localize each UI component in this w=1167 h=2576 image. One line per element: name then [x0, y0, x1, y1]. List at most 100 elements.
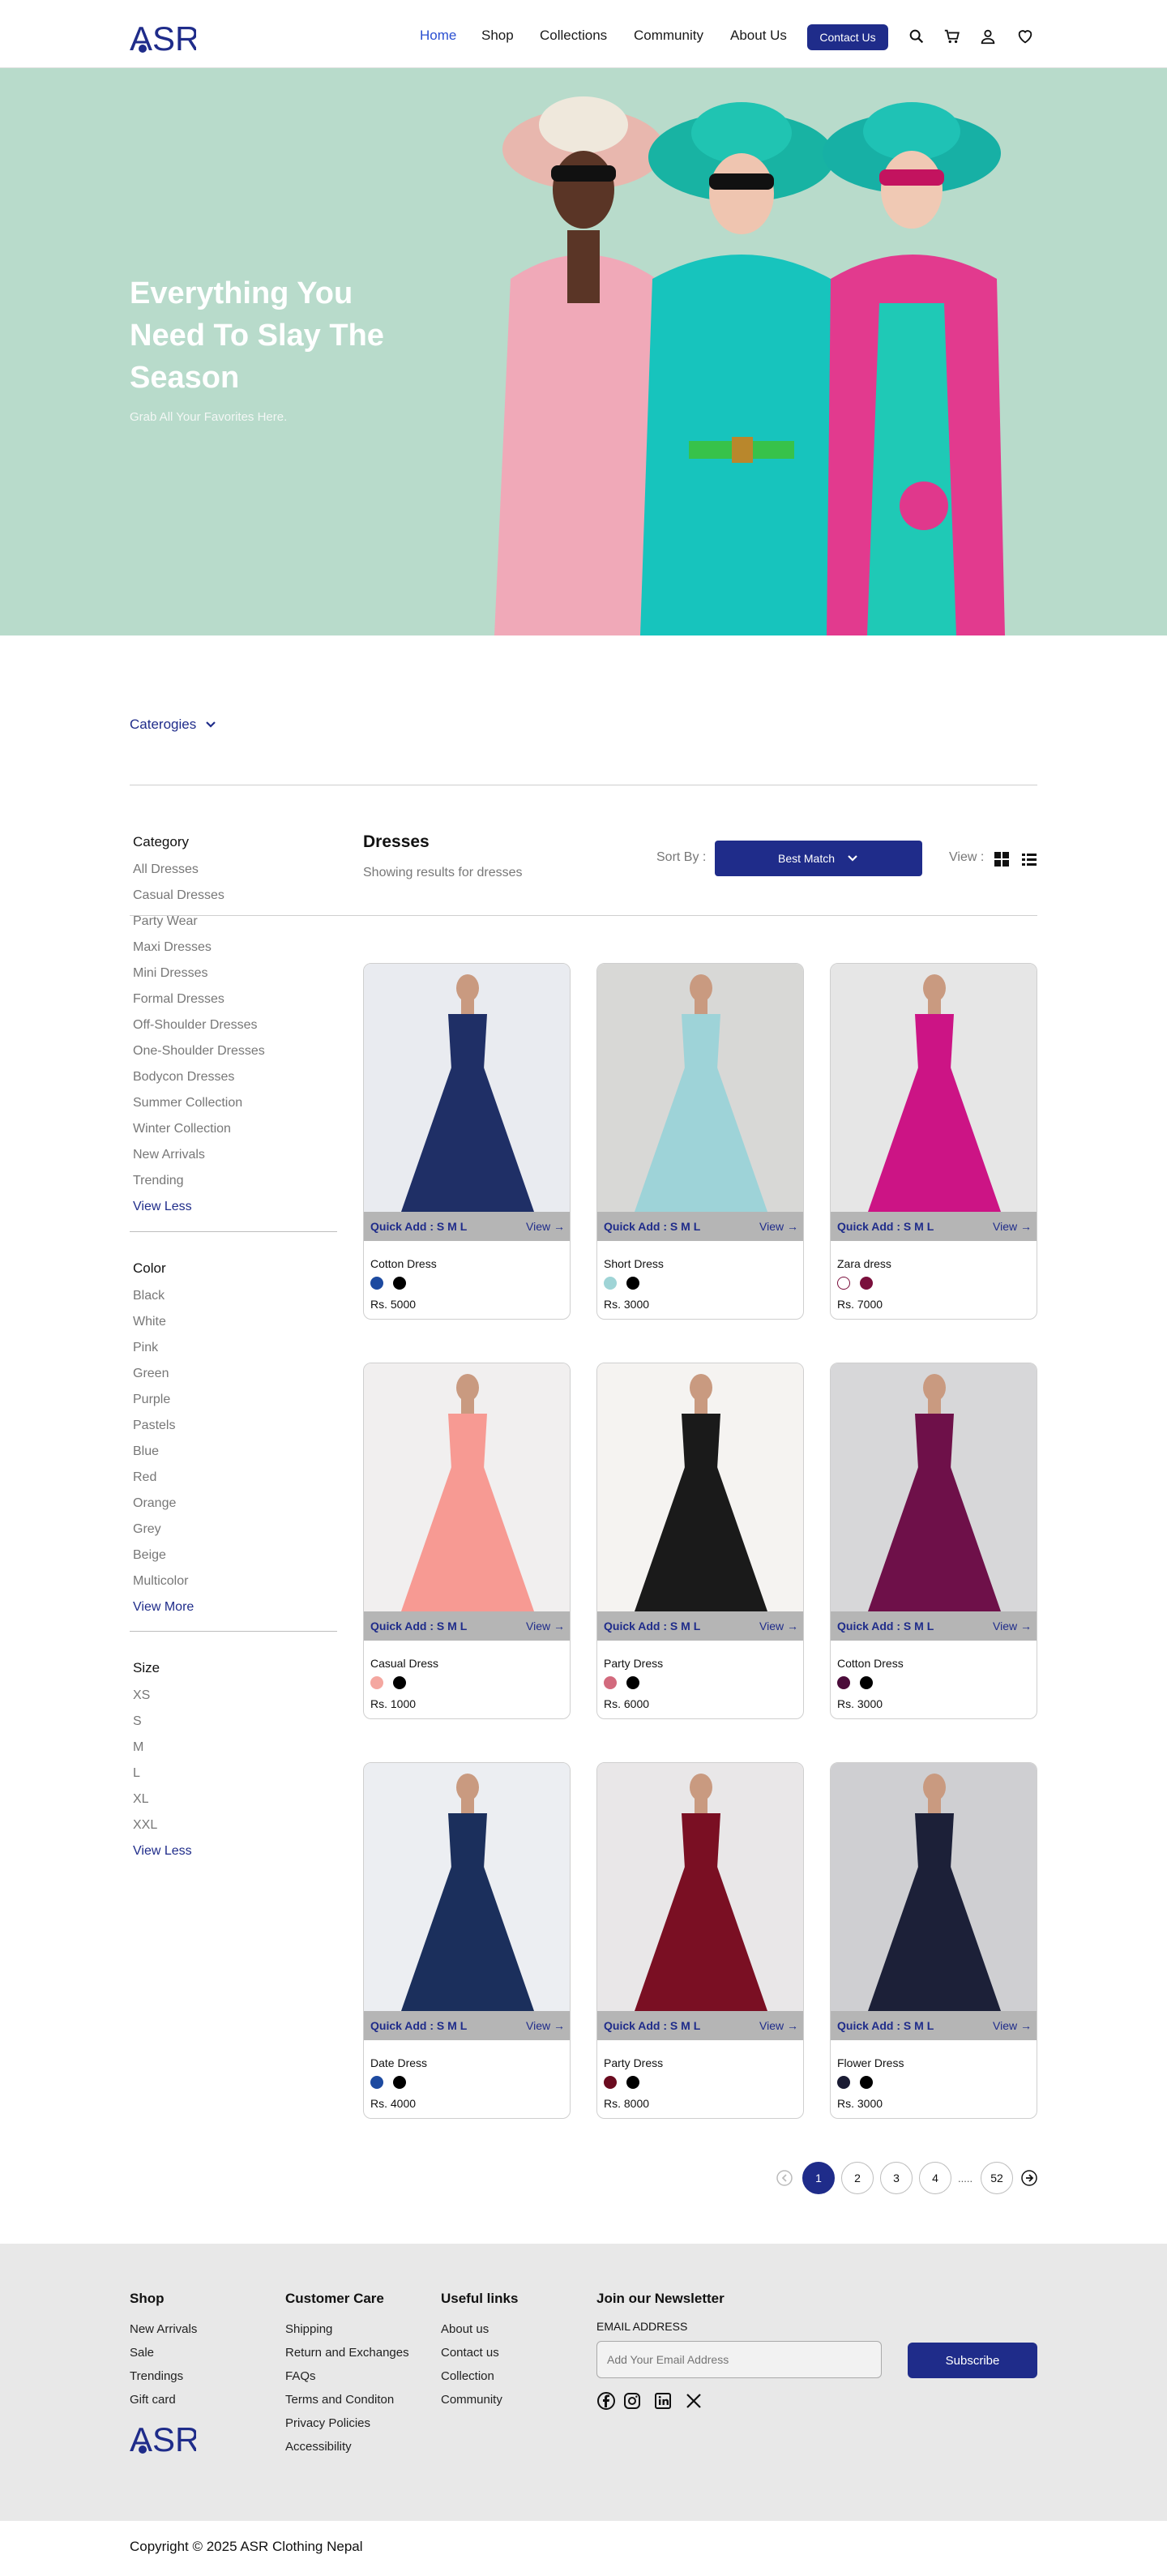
color-swatch[interactable]	[860, 2076, 873, 2089]
filter-option[interactable]: Pink	[133, 1340, 194, 1366]
footer-link[interactable]: Terms and Conditon	[285, 2392, 409, 2416]
filter-option[interactable]: Mini Dresses	[133, 965, 265, 991]
color-swatch[interactable]	[393, 2076, 406, 2089]
quick-add-sizes[interactable]: Quick Add : S M L	[604, 1620, 700, 1632]
product-card[interactable]: Quick Add : S M L View → Cotton Dress Rs. 3…	[830, 1363, 1037, 1719]
subscribe-button[interactable]: Subscribe	[908, 2343, 1037, 2378]
filter-option[interactable]: Summer Collection	[133, 1095, 265, 1121]
filter-option[interactable]: XXL	[133, 1817, 192, 1843]
product-image[interactable]	[597, 1363, 804, 1611]
filter-option[interactable]: New Arrivals	[133, 1147, 265, 1173]
footer-link[interactable]: Collection	[441, 2368, 518, 2392]
view-link[interactable]: View →	[993, 1220, 1032, 1233]
product-image[interactable]	[597, 1763, 804, 2011]
facebook-icon[interactable]	[596, 2391, 616, 2411]
filter-option[interactable]: XL	[133, 1791, 192, 1817]
filter-option[interactable]: Trending	[133, 1173, 265, 1199]
filter-option[interactable]: Green	[133, 1366, 194, 1392]
footer-link[interactable]: Return and Exchanges	[285, 2345, 409, 2368]
footer-link[interactable]: Accessibility	[285, 2439, 409, 2463]
page-button[interactable]: 2	[841, 2162, 874, 2194]
footer-link[interactable]: About us	[441, 2321, 518, 2345]
size-view-less-link[interactable]: View Less	[133, 1843, 192, 1869]
page-button[interactable]: 52	[981, 2162, 1013, 2194]
quick-add-bar[interactable]: Quick Add : S M L View →	[831, 1212, 1037, 1241]
footer-link[interactable]: Gift card	[130, 2392, 197, 2416]
footer-link[interactable]: Community	[441, 2392, 518, 2416]
color-swatch[interactable]	[860, 1676, 873, 1689]
cart-icon[interactable]	[943, 28, 961, 45]
filter-option[interactable]: S	[133, 1714, 192, 1739]
page-button[interactable]: 3	[880, 2162, 913, 2194]
product-card[interactable]: Quick Add : S M L View → Party Dress Rs. 60…	[596, 1363, 804, 1719]
nav-about-us[interactable]: About Us	[730, 28, 787, 44]
quick-add-bar[interactable]: Quick Add : S M L View →	[597, 1212, 803, 1241]
grid-view-icon[interactable]	[994, 851, 1010, 867]
filter-option[interactable]: Beige	[133, 1547, 194, 1573]
product-card[interactable]: Quick Add : S M L View → Flower Dress Rs. 3…	[830, 1762, 1037, 2119]
footer-link[interactable]: New Arrivals	[130, 2321, 197, 2345]
product-card[interactable]: Quick Add : S M L View → Casual Dress Rs. 1…	[363, 1363, 571, 1719]
quick-add-sizes[interactable]: Quick Add : S M L	[370, 2019, 467, 2032]
product-image[interactable]	[831, 1363, 1037, 1611]
quick-add-bar[interactable]: Quick Add : S M L View →	[364, 1611, 570, 1641]
product-card[interactable]: Quick Add : S M L View → Zara dress Rs. 700…	[830, 963, 1037, 1320]
color-swatch[interactable]	[370, 2076, 383, 2089]
quick-add-sizes[interactable]: Quick Add : S M L	[370, 1620, 467, 1632]
quick-add-bar[interactable]: Quick Add : S M L View →	[831, 2011, 1037, 2040]
heart-icon[interactable]	[1016, 28, 1034, 45]
product-image[interactable]	[831, 1763, 1037, 2011]
filter-option[interactable]: Party Wear	[133, 914, 265, 939]
product-card[interactable]: Quick Add : S M L View → Date Dress Rs. 400…	[363, 1762, 571, 2119]
product-image[interactable]	[364, 1363, 571, 1611]
logo[interactable]: ASR	[130, 18, 196, 57]
product-image[interactable]	[831, 964, 1037, 1212]
filter-option[interactable]: Winter Collection	[133, 1121, 265, 1147]
color-swatch[interactable]	[604, 1277, 617, 1290]
color-swatch[interactable]	[604, 1676, 617, 1689]
quick-add-sizes[interactable]: Quick Add : S M L	[837, 1220, 934, 1233]
footer-link[interactable]: Privacy Policies	[285, 2416, 409, 2439]
filter-option[interactable]: L	[133, 1765, 192, 1791]
quick-add-sizes[interactable]: Quick Add : S M L	[604, 2019, 700, 2032]
nav-shop[interactable]: Shop	[481, 28, 514, 44]
product-image[interactable]	[364, 1763, 571, 2011]
category-view-less-link[interactable]: View Less	[133, 1199, 265, 1225]
nav-collections[interactable]: Collections	[540, 28, 607, 44]
view-link[interactable]: View →	[993, 1620, 1032, 1632]
view-link[interactable]: View →	[526, 2019, 565, 2032]
product-image[interactable]	[364, 964, 571, 1212]
nav-community[interactable]: Community	[634, 28, 703, 44]
color-swatch[interactable]	[626, 1676, 639, 1689]
filter-option[interactable]: Pastels	[133, 1418, 194, 1444]
quick-add-sizes[interactable]: Quick Add : S M L	[837, 1620, 934, 1632]
quick-add-sizes[interactable]: Quick Add : S M L	[604, 1220, 700, 1233]
quick-add-sizes[interactable]: Quick Add : S M L	[370, 1220, 467, 1233]
filter-option[interactable]: Casual Dresses	[133, 888, 265, 914]
user-icon[interactable]	[979, 28, 997, 45]
quick-add-bar[interactable]: Quick Add : S M L View →	[364, 1212, 570, 1241]
filter-option[interactable]: Purple	[133, 1392, 194, 1418]
next-page-icon[interactable]	[1021, 2170, 1037, 2186]
quick-add-bar[interactable]: Quick Add : S M L View →	[597, 2011, 803, 2040]
filter-option[interactable]: Formal Dresses	[133, 991, 265, 1017]
view-link[interactable]: View →	[993, 2019, 1032, 2032]
color-swatch[interactable]	[370, 1676, 383, 1689]
color-swatch[interactable]	[370, 1277, 383, 1290]
color-swatch[interactable]	[604, 2076, 617, 2089]
nav-home[interactable]: Home	[420, 28, 456, 44]
page-button[interactable]: 1	[802, 2162, 835, 2194]
instagram-icon[interactable]	[622, 2391, 642, 2411]
view-link[interactable]: View →	[759, 2019, 798, 2032]
footer-link[interactable]: Trendings	[130, 2368, 197, 2392]
footer-logo[interactable]: ASR	[130, 2419, 196, 2458]
linkedin-icon[interactable]	[653, 2391, 673, 2411]
color-swatch[interactable]	[393, 1676, 406, 1689]
color-view-more-link[interactable]: View More	[133, 1599, 194, 1625]
filter-option[interactable]: All Dresses	[133, 862, 265, 888]
footer-link[interactable]: Sale	[130, 2345, 197, 2368]
filter-option[interactable]: Orange	[133, 1496, 194, 1521]
list-view-icon[interactable]	[1021, 851, 1037, 867]
footer-link[interactable]: Contact us	[441, 2345, 518, 2368]
quick-add-sizes[interactable]: Quick Add : S M L	[837, 2019, 934, 2032]
